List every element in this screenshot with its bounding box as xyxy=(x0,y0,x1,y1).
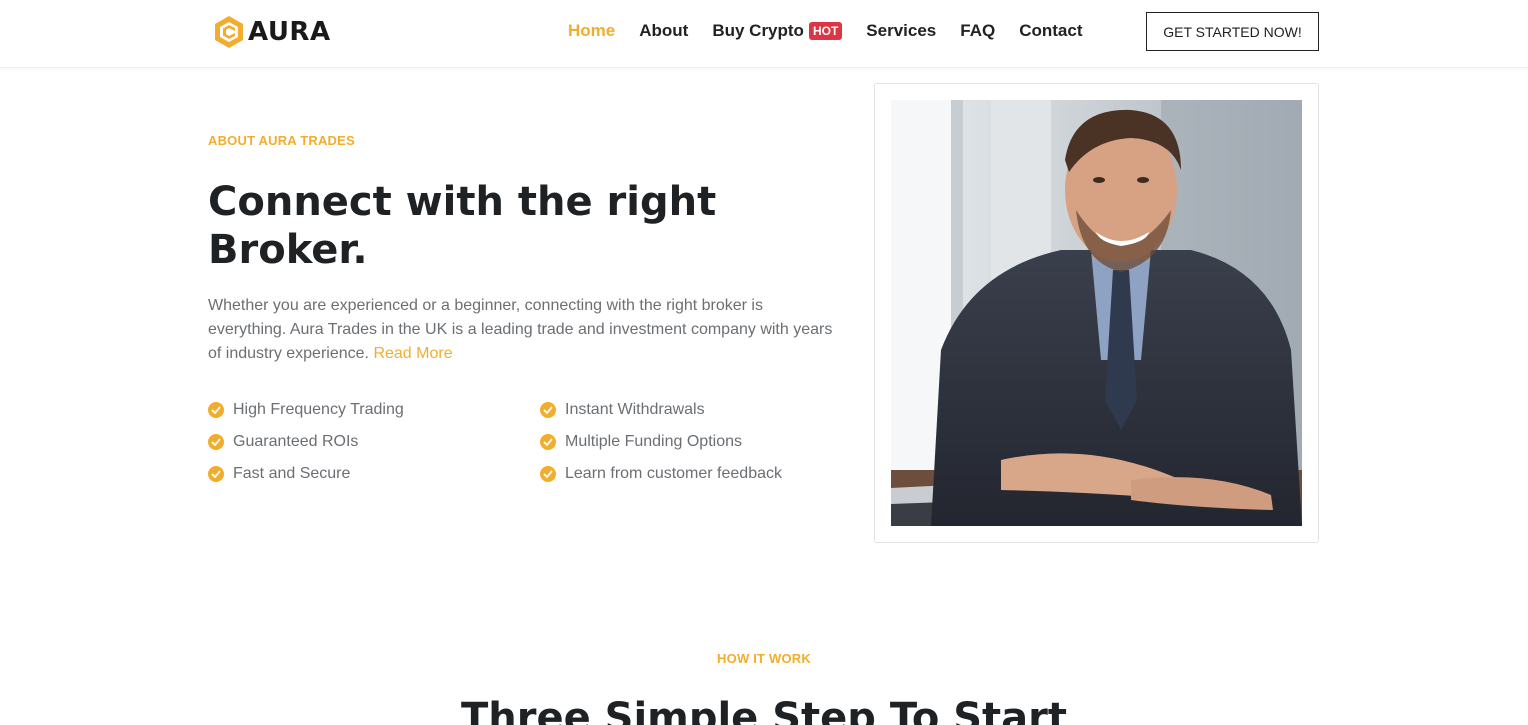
site-header: AURA Home About Buy Crypto HOT Services F… xyxy=(0,0,1528,68)
feature-item: Instant Withdrawals xyxy=(540,399,840,421)
nav-services-label: Services xyxy=(866,21,937,40)
check-circle-icon xyxy=(208,434,224,450)
how-eyebrow: HOW IT WORK xyxy=(717,651,811,666)
feature-item: Fast and Secure xyxy=(208,463,540,485)
check-circle-icon xyxy=(208,402,224,418)
about-heading-line1: Connect with the right xyxy=(208,179,717,225)
nav-buy-crypto[interactable]: Buy Crypto HOT xyxy=(712,21,843,41)
aura-logo-icon xyxy=(215,16,243,48)
nav-about[interactable]: About xyxy=(639,21,688,41)
feature-label: Multiple Funding Options xyxy=(565,433,742,450)
nav-buy-crypto-label: Buy Crypto xyxy=(712,21,804,40)
nav-services[interactable]: Services xyxy=(866,21,936,41)
nav-contact[interactable]: Contact xyxy=(1019,21,1082,41)
broker-photo xyxy=(891,100,1302,526)
about-eyebrow: ABOUT AURA TRADES xyxy=(208,133,355,148)
feature-label: Guaranteed ROIs xyxy=(233,433,359,450)
nav-contact-label: Contact xyxy=(1019,21,1083,40)
feature-item: Guaranteed ROIs xyxy=(208,431,540,453)
about-heading-line2: Broker. xyxy=(208,227,368,273)
feature-item: Multiple Funding Options xyxy=(540,431,840,453)
read-more-link[interactable]: Read More xyxy=(373,345,452,362)
feature-label: High Frequency Trading xyxy=(233,401,404,418)
main-nav: Home About Buy Crypto HOT Services FAQ Co… xyxy=(568,20,1106,42)
check-circle-icon xyxy=(208,466,224,482)
about-paragraph: Whether you are experienced or a beginne… xyxy=(208,294,844,366)
check-circle-icon xyxy=(540,434,556,450)
about-heading: Connect with the right Broker. xyxy=(208,178,768,274)
how-heading: Three Simple Step To Start xyxy=(460,695,1068,725)
check-circle-icon xyxy=(540,466,556,482)
nav-faq[interactable]: FAQ xyxy=(960,21,995,41)
nav-home-label: Home xyxy=(568,21,616,40)
feature-label: Instant Withdrawals xyxy=(565,401,705,418)
about-paragraph-text: Whether you are experienced or a beginne… xyxy=(208,297,833,362)
nav-about-label: About xyxy=(639,21,689,40)
get-started-button[interactable]: GET STARTED NOW! xyxy=(1146,12,1319,51)
broker-photo-frame xyxy=(874,83,1319,543)
feature-label: Fast and Secure xyxy=(233,465,351,482)
brand-name: AURA xyxy=(248,17,331,47)
nav-faq-label: FAQ xyxy=(960,21,996,40)
feature-item: Learn from customer feedback xyxy=(540,463,840,485)
feature-list: High Frequency Trading Instant Withdrawa… xyxy=(208,399,848,485)
nav-home[interactable]: Home xyxy=(568,21,615,41)
feature-item: High Frequency Trading xyxy=(208,399,540,421)
brand-logo[interactable]: AURA xyxy=(212,14,331,50)
feature-label: Learn from customer feedback xyxy=(565,465,782,482)
check-circle-icon xyxy=(540,402,556,418)
hot-badge: HOT xyxy=(808,22,843,40)
